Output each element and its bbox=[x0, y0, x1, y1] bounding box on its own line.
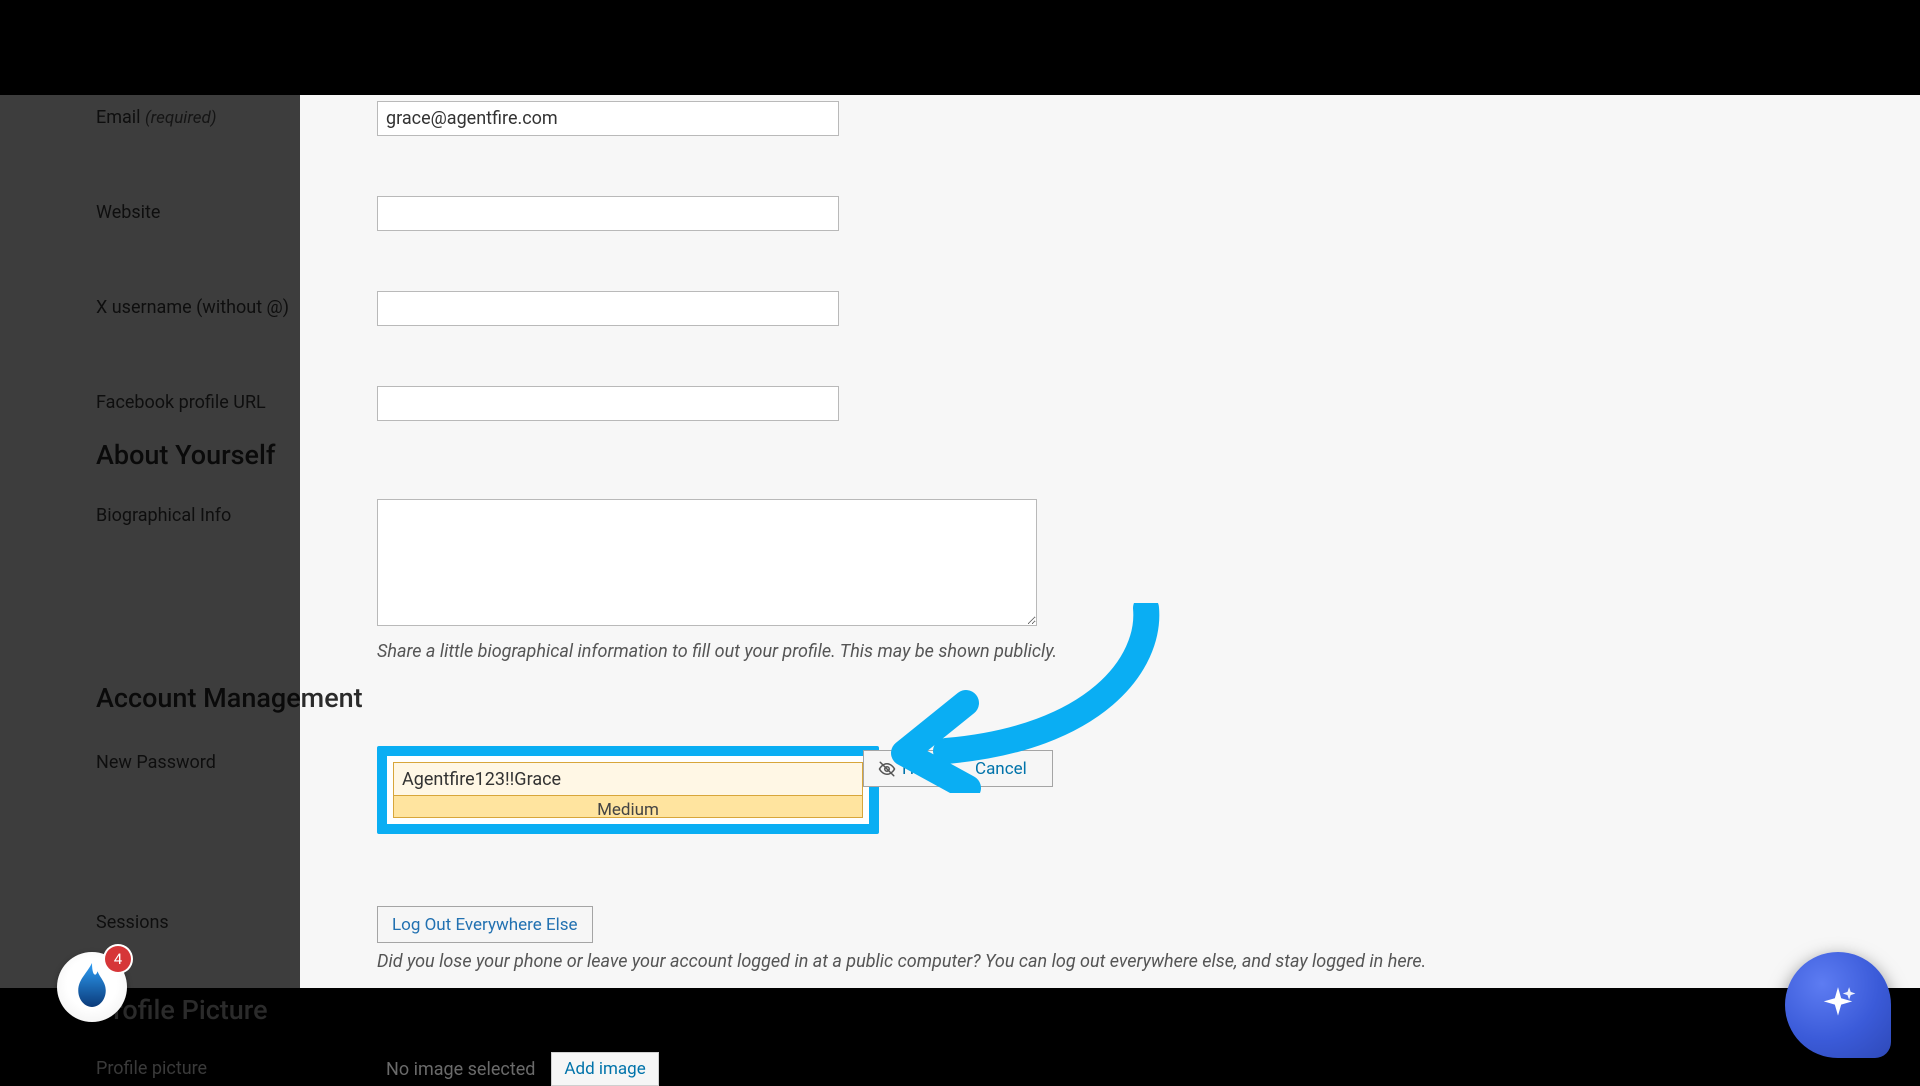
eye-slash-icon bbox=[878, 760, 896, 778]
sessions-hint: Did you lose your phone or leave your ac… bbox=[377, 951, 1426, 972]
label-email: Email (required) bbox=[96, 101, 377, 128]
label-website: Website bbox=[96, 196, 377, 223]
password-highlight-box: Medium bbox=[377, 746, 879, 834]
heading-profile-picture: Profile Picture bbox=[96, 994, 1920, 1026]
content: Email (required) Website X username (wit… bbox=[0, 95, 1920, 1086]
logout-everywhere-label: Log Out Everywhere Else bbox=[392, 915, 578, 935]
bio-hint: Share a little biographical information … bbox=[377, 641, 1057, 662]
row-facebook: Facebook profile URL bbox=[96, 386, 1920, 421]
add-image-label: Add image bbox=[564, 1059, 645, 1079]
hide-password-label: Hide bbox=[902, 759, 937, 779]
new-password-field[interactable] bbox=[393, 762, 863, 796]
row-sessions: Sessions Log Out Everywhere Else Did you… bbox=[96, 906, 1920, 972]
label-facebook: Facebook profile URL bbox=[96, 386, 377, 413]
flame-icon bbox=[75, 963, 109, 1011]
label-bio: Biographical Info bbox=[96, 499, 377, 526]
row-profile-picture: Profile picture No image selected Add im… bbox=[96, 1052, 1920, 1086]
label-x-username: X username (without @) bbox=[96, 291, 377, 318]
settings-page: Email (required) Website X username (wit… bbox=[0, 95, 1920, 988]
password-strength: Medium bbox=[393, 796, 863, 818]
no-image-text: No image selected bbox=[386, 1059, 535, 1080]
cancel-password-button[interactable]: Cancel bbox=[949, 750, 1053, 787]
row-email: Email (required) bbox=[96, 95, 1920, 136]
heading-about-yourself: About Yourself bbox=[96, 439, 1920, 471]
row-website: Website bbox=[96, 196, 1920, 231]
chat-widget[interactable] bbox=[1785, 952, 1891, 1058]
label-sessions: Sessions bbox=[96, 906, 377, 933]
website-field[interactable] bbox=[377, 196, 839, 231]
label-email-text: Email bbox=[96, 107, 141, 128]
row-x-username: X username (without @) bbox=[96, 291, 1920, 326]
email-field[interactable] bbox=[377, 101, 839, 136]
sparkle-icon bbox=[1819, 984, 1857, 1026]
add-image-button[interactable]: Add image bbox=[551, 1052, 658, 1086]
label-email-required: (required) bbox=[145, 108, 217, 128]
hide-password-button[interactable]: Hide bbox=[863, 750, 952, 787]
label-profile-picture: Profile picture bbox=[96, 1052, 386, 1079]
cancel-password-label: Cancel bbox=[975, 759, 1027, 779]
heading-account-management: Account Management bbox=[96, 682, 1920, 714]
row-bio: Biographical Info Share a little biograp… bbox=[96, 499, 1920, 662]
label-new-password: New Password bbox=[96, 746, 377, 773]
notifications-widget[interactable]: 4 bbox=[57, 952, 127, 1022]
logout-everywhere-button[interactable]: Log Out Everywhere Else bbox=[377, 906, 593, 943]
notifications-badge: 4 bbox=[105, 946, 131, 972]
x-username-field[interactable] bbox=[377, 291, 839, 326]
row-new-password: New Password Medium Hide bbox=[96, 746, 1920, 834]
bio-textarea[interactable] bbox=[377, 499, 1037, 626]
facebook-field[interactable] bbox=[377, 386, 839, 421]
